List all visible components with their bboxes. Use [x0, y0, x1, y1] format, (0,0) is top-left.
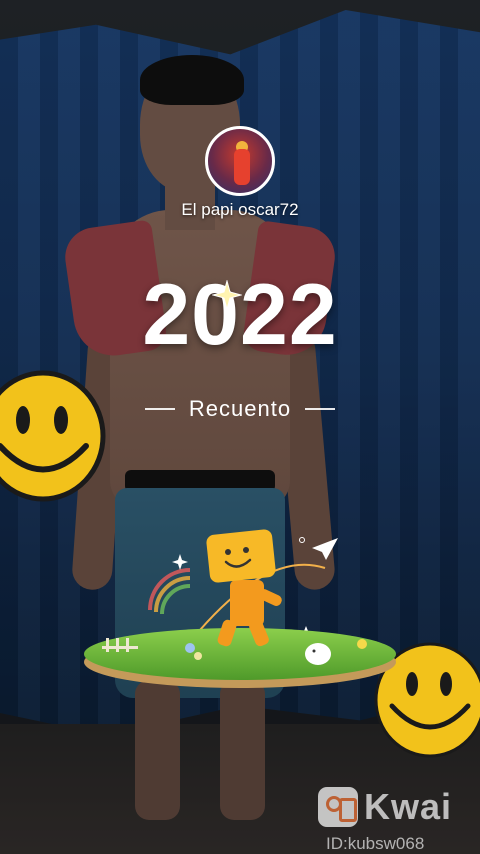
divider-left: [144, 408, 175, 410]
watermark-user-id: ID:kubsw068: [326, 834, 425, 853]
divider-right: [305, 408, 336, 410]
kwai-logo-icon: [318, 787, 358, 827]
smiley-icon: [0, 370, 106, 502]
kwai-watermark: Kwai: [318, 786, 452, 828]
video-frame[interactable]: El papi oscar72 2022 Recuento Kwai ID:ku…: [0, 0, 480, 854]
subtitle: Recuento: [188, 396, 292, 421]
kwai-brand: Kwai: [364, 786, 453, 827]
username[interactable]: El papi oscar72: [0, 200, 480, 220]
island-illustration: [84, 529, 396, 688]
sparkle-icon: [212, 280, 242, 310]
avatar[interactable]: [205, 126, 275, 196]
